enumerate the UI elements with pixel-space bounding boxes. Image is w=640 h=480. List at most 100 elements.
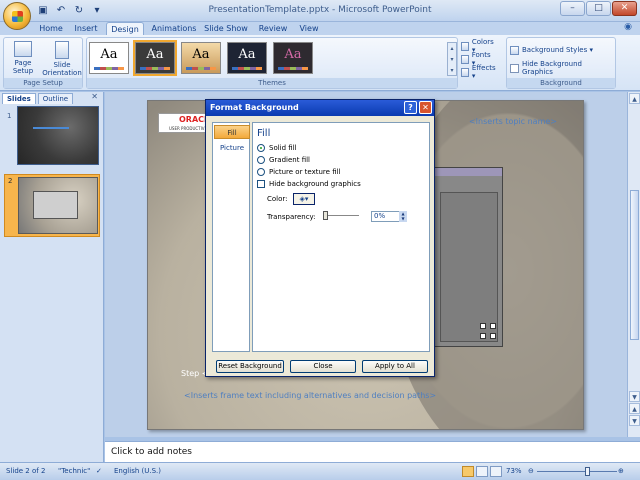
apply-to-all-button[interactable]: Apply to All — [362, 360, 428, 373]
maximize-button[interactable]: □ — [586, 1, 611, 16]
hide-graphics-label: Hide Background Graphics — [522, 60, 582, 76]
notes-pane[interactable]: Click to add notes — [105, 441, 640, 462]
reset-background-button[interactable]: Reset Background — [216, 360, 284, 373]
window-controls: – □ ✕ — [560, 1, 637, 16]
tab-outline[interactable]: Outline — [37, 93, 74, 104]
background-styles-label: Background Styles ▾ — [522, 46, 593, 54]
theme-office[interactable]: Aa — [89, 42, 129, 74]
resize-handle[interactable] — [490, 333, 496, 339]
topic-placeholder[interactable]: <Inserts topic name> — [469, 117, 557, 126]
background-styles-button[interactable]: Background Styles ▾ — [510, 44, 593, 56]
resize-handle[interactable] — [480, 333, 486, 339]
gradient-fill-radio[interactable] — [257, 156, 265, 164]
picture-fill-option[interactable]: Picture or texture fill — [257, 167, 341, 177]
solid-fill-radio[interactable] — [257, 144, 265, 152]
picture-fill-radio[interactable] — [257, 168, 265, 176]
scroll-thumb[interactable] — [630, 190, 639, 340]
nav-fill[interactable]: Fill — [214, 125, 250, 139]
tab-animations[interactable]: Animations — [148, 22, 200, 35]
resize-handle[interactable] — [490, 323, 496, 329]
theme-gallery-scroll[interactable]: ▴ ▾ ▾ — [447, 42, 457, 76]
transparency-label: Transparency: — [267, 213, 316, 221]
hide-background-checkbox[interactable] — [257, 180, 265, 188]
office-button[interactable] — [3, 2, 31, 30]
language-indicator[interactable]: English (U.S.) — [114, 463, 161, 480]
slide-thumbnail-1[interactable] — [17, 106, 99, 165]
zoom-in-icon[interactable]: ⊕ — [618, 463, 624, 480]
gradient-fill-option[interactable]: Gradient fill — [257, 155, 310, 165]
slide-orientation-icon — [55, 41, 69, 59]
next-slide-icon[interactable]: ▼ — [629, 415, 640, 426]
pane-tabs: Slides Outline — [2, 93, 74, 104]
theme-name: "Technic" — [58, 467, 91, 475]
hide-graphics-check[interactable] — [510, 63, 519, 73]
group-background: Background Styles ▾ Hide Background Grap… — [506, 37, 616, 89]
spellcheck-icon[interactable]: ✓ — [96, 463, 102, 480]
slide-thumbnail-2 — [18, 177, 98, 234]
vertical-scrollbar[interactable]: ▲ ▼ ▲ ▼ — [627, 92, 640, 437]
hide-background-graphics-checkbox[interactable]: Hide Background Graphics — [510, 60, 615, 76]
theme-flow[interactable]: Aa — [273, 42, 313, 74]
tab-review[interactable]: Review — [256, 22, 290, 35]
embedded-screenshot[interactable] — [433, 167, 503, 347]
theme-concourse[interactable]: Aa — [227, 42, 267, 74]
color-label: Color: — [267, 195, 288, 203]
effects-label: Effects ▾ — [471, 64, 496, 80]
dialog-close-footer-button[interactable]: Close — [290, 360, 356, 373]
dialog-close-button[interactable]: ✕ — [419, 101, 432, 114]
zoom-slider-track[interactable] — [537, 471, 617, 472]
tab-slide-show[interactable]: Slide Show — [204, 22, 248, 35]
theme-effects-button[interactable]: Effects ▾ — [461, 64, 497, 80]
background-group-label: Background — [507, 78, 615, 88]
normal-view-button[interactable] — [462, 466, 474, 477]
zoom-level[interactable]: 73% — [506, 463, 522, 480]
dialog-content: Fill Solid fill Gradient fill Picture or… — [252, 122, 430, 352]
solid-fill-option[interactable]: Solid fill — [257, 143, 297, 153]
scroll-down-icon[interactable]: ▼ — [629, 391, 640, 402]
ribbon-tabs: Home Insert Design Animations Slide Show… — [0, 22, 640, 36]
ribbon-help-icon[interactable]: ◉ — [624, 22, 632, 32]
theme-technic[interactable]: Aa — [133, 40, 177, 76]
slide-thumbnail-2-selected[interactable]: 2 — [4, 174, 100, 237]
page-setup-button[interactable]: Page Setup — [6, 41, 40, 75]
tab-design[interactable]: Design — [106, 22, 144, 36]
background-styles-icon — [510, 45, 519, 55]
paint-bucket-icon: ◈▾ — [299, 195, 309, 203]
minimize-button[interactable]: – — [560, 1, 585, 16]
zoom-slider-knob[interactable] — [585, 467, 590, 476]
hide-background-graphics-option[interactable]: Hide background graphics — [257, 179, 361, 189]
title-bar: ▣ ↶ ↻ ▾ PresentationTemplate.pptx - Micr… — [0, 0, 640, 30]
fill-section-title: Fill — [257, 128, 271, 139]
previous-slide-icon[interactable]: ▲ — [629, 403, 640, 414]
tab-view[interactable]: View — [294, 22, 324, 35]
transparency-slider-track[interactable] — [323, 215, 359, 216]
dialog-help-button[interactable]: ? — [404, 101, 417, 114]
slideshow-view-button[interactable] — [490, 466, 502, 477]
slide-number-2: 2 — [8, 177, 13, 185]
page-setup-icon — [14, 41, 32, 57]
theme-oriel[interactable]: Aa — [181, 42, 221, 74]
slide-sorter-view-button[interactable] — [476, 466, 488, 477]
transparency-slider-knob[interactable] — [323, 211, 328, 220]
tab-home[interactable]: Home — [36, 22, 66, 35]
nav-picture[interactable]: Picture — [214, 141, 250, 155]
frame-text-placeholder[interactable]: <Inserts frame text including alternativ… — [184, 391, 436, 400]
close-window-button[interactable]: ✕ — [612, 1, 637, 16]
pane-close-icon[interactable]: ✕ — [91, 92, 98, 101]
oracle-logo: ORACLE USER PRODUCTIV — [158, 113, 215, 133]
tab-slides[interactable]: Slides — [2, 93, 36, 104]
zoom-out-icon[interactable]: ⊖ — [528, 463, 534, 480]
ribbon: Page Setup Slide Orientation ▾ Page Setu… — [0, 35, 640, 91]
dialog-nav: Fill Picture — [212, 122, 250, 352]
fonts-icon — [461, 54, 469, 64]
color-picker-button[interactable]: ◈▾ — [293, 193, 315, 205]
scroll-up-icon[interactable]: ▲ — [629, 93, 640, 104]
group-themes: Aa Aa Aa Aa Aa ▴ ▾ ▾ Colors ▾ Fonts ▾ Effe… — [86, 37, 496, 89]
slide-number-1: 1 — [7, 112, 12, 120]
transparency-spin-icon[interactable]: ▲ ▼ — [399, 211, 407, 222]
page-setup-group-label: Page Setup — [4, 78, 82, 88]
effects-icon — [461, 67, 469, 77]
slide-indicator: Slide 2 of 2 — [6, 467, 46, 475]
resize-handle[interactable] — [480, 323, 486, 329]
tab-insert[interactable]: Insert — [70, 22, 102, 35]
